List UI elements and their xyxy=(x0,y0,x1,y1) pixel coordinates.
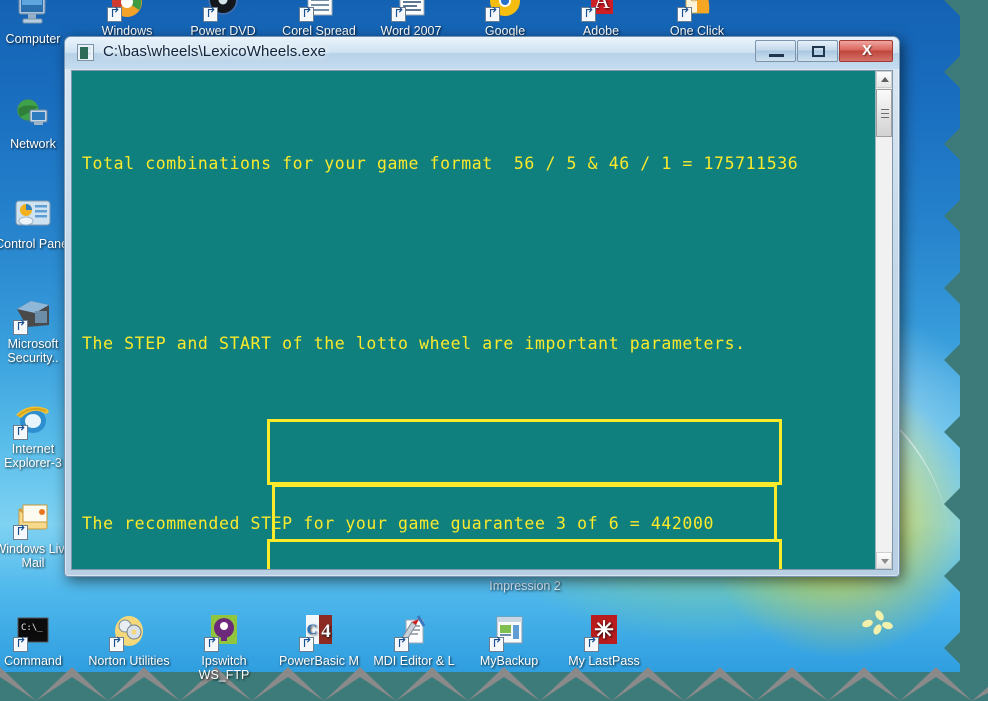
desktop-icon-word-2007[interactable]: Word 2007 xyxy=(368,0,454,38)
norton-icon xyxy=(109,612,149,652)
one-click-icon xyxy=(677,0,717,22)
shortcut-overlay-icon xyxy=(109,637,124,652)
power-dvd-icon xyxy=(203,0,243,22)
desktop-icon-powerbasic[interactable]: C 4 PowerBasic M xyxy=(276,612,362,668)
word-2007-icon xyxy=(391,0,431,22)
shortcut-overlay-icon xyxy=(13,525,28,540)
shortcut-overlay-icon xyxy=(677,7,692,22)
desktop-icon-mybackup[interactable]: MyBackup xyxy=(466,612,552,668)
lastpass-icon: ✳ xyxy=(584,612,624,652)
corel-spreadsheet-icon xyxy=(299,0,339,22)
console-line: The STEP and START of the lotto wheel ar… xyxy=(82,334,746,353)
desktop-icon-adobe-reader[interactable]: A Adobe xyxy=(558,0,644,38)
console-app-icon xyxy=(77,44,94,61)
shortcut-overlay-icon xyxy=(394,637,409,652)
torn-edge-right xyxy=(944,0,988,701)
step-prompt-box: Enter the STEP (from 1 to total combinat… xyxy=(267,419,782,569)
google-chrome-icon xyxy=(485,0,525,22)
desktop-icon-label: Ipswitch WS_FTP xyxy=(198,654,250,682)
wallpaper-sparkle xyxy=(861,608,896,637)
desktop-icon-one-click[interactable]: One Click xyxy=(654,0,740,38)
desktop-icon-label: Command xyxy=(4,654,62,668)
desktop-icon-power-dvd[interactable]: Power DVD xyxy=(180,0,266,38)
desktop-icon-google-chrome[interactable]: Google xyxy=(462,0,548,38)
window-title: C:\bas\wheels\LexicoWheels.exe xyxy=(103,43,327,60)
maximize-button[interactable] xyxy=(797,40,838,62)
desktop-icon-label: PowerBasic M xyxy=(279,654,359,668)
svg-text:C:\_: C:\_ xyxy=(21,623,43,633)
desktop-icon-label: My LastPass xyxy=(568,654,640,668)
shortcut-overlay-icon xyxy=(581,7,596,22)
scroll-thumb[interactable] xyxy=(876,89,892,137)
desktop-icon-label: Norton Utilities xyxy=(88,654,170,668)
adobe-reader-icon: A xyxy=(581,0,621,22)
close-button[interactable]: X xyxy=(839,40,893,62)
ipswitch-icon xyxy=(204,612,244,652)
shortcut-overlay-icon xyxy=(107,7,122,22)
desktop-icon-corel-spreadsheet[interactable]: Corel Spread xyxy=(276,0,362,38)
window-controls: X xyxy=(755,40,893,62)
shortcut-overlay-icon xyxy=(299,7,314,22)
desktop-icon-norton[interactable]: Norton Utilities xyxy=(86,612,172,668)
desktop-icon-windows-media[interactable]: Windows xyxy=(84,0,170,38)
maximize-icon xyxy=(812,46,825,57)
shortcut-overlay-icon xyxy=(391,7,406,22)
shortcut-overlay-icon xyxy=(489,637,504,652)
desktop-icon-command[interactable]: C:\_ Command xyxy=(0,612,76,668)
desktop-icon-label-partial: Impression 2 xyxy=(489,579,561,593)
mdi-editor-icon xyxy=(394,612,434,652)
shortcut-overlay-icon xyxy=(13,320,28,335)
desktop-icon-label: MyBackup xyxy=(479,654,539,668)
desktop-icon-ipswitch[interactable]: Ipswitch WS_FTP xyxy=(181,612,267,682)
computer-icon xyxy=(13,0,53,30)
close-icon: X xyxy=(861,42,872,59)
window-client-area: Total combinations for your game format … xyxy=(71,70,893,570)
shortcut-overlay-icon xyxy=(485,7,500,22)
shortcut-overlay-icon xyxy=(203,7,218,22)
shortcut-overlay-icon xyxy=(299,637,314,652)
minimize-button[interactable] xyxy=(755,40,796,62)
console-output[interactable]: Total combinations for your game format … xyxy=(72,71,875,569)
shortcut-overlay-icon xyxy=(13,637,28,652)
mybackup-icon xyxy=(489,612,529,652)
console-line: Total combinations for your game format … xyxy=(82,154,799,173)
network-icon xyxy=(13,95,53,135)
desktop-icon-lastpass[interactable]: ✳ My LastPass xyxy=(561,612,647,668)
powerbasic-icon: C 4 xyxy=(299,612,339,652)
svg-text:4: 4 xyxy=(321,621,331,642)
scroll-down-arrow[interactable] xyxy=(876,552,892,569)
command-prompt-icon: C:\_ xyxy=(13,612,53,652)
minimize-icon xyxy=(769,54,784,57)
start-index-input-box[interactable]: Enter the START index -> xyxy=(267,539,782,569)
microsoft-security-icon xyxy=(13,295,53,335)
windows-live-mail-icon xyxy=(13,500,53,540)
windows-media-icon xyxy=(107,0,147,22)
svg-text:A: A xyxy=(594,0,610,13)
vertical-scrollbar[interactable] xyxy=(875,71,892,569)
internet-explorer-icon xyxy=(13,400,53,440)
desktop-icon-mdi-editor[interactable]: MDI Editor & L xyxy=(371,612,457,668)
shortcut-overlay-icon xyxy=(13,425,28,440)
scroll-up-arrow[interactable] xyxy=(876,71,892,88)
shortcut-overlay-icon xyxy=(204,637,219,652)
control-panel-icon xyxy=(13,195,53,235)
desktop-icon-label: MDI Editor & L xyxy=(373,654,455,668)
shortcut-overlay-icon xyxy=(584,637,599,652)
window-title-bar[interactable]: C:\bas\wheels\LexicoWheels.exe X xyxy=(65,37,899,69)
console-window: C:\bas\wheels\LexicoWheels.exe X Total c… xyxy=(64,36,900,577)
